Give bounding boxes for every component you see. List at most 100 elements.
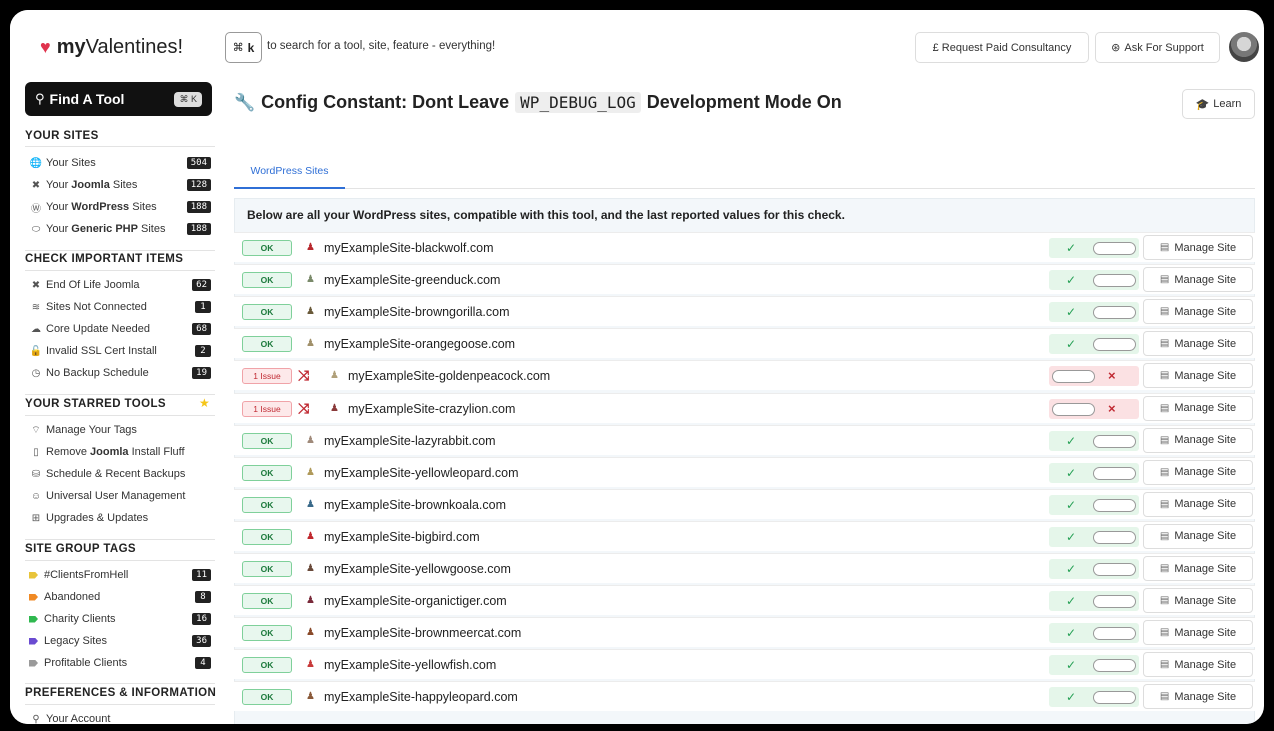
site-name[interactable]: myExampleSite-organictiger.com	[324, 594, 507, 608]
request-consultancy-button[interactable]: £ Request Paid Consultancy	[915, 32, 1089, 63]
toggle-switch[interactable]	[1052, 402, 1095, 416]
find-a-tool-button[interactable]: ⚲ Find A Tool ⌘ K	[25, 82, 212, 116]
check-icon: ✓	[1066, 626, 1077, 641]
status-badge[interactable]: OK	[242, 432, 292, 449]
learn-button[interactable]: 🎓 Learn	[1182, 89, 1255, 119]
site-favicon-icon: ♟	[306, 659, 315, 671]
sidebar-item[interactable]: ⬭ Your Generic PHP Sites 188	[29, 219, 211, 239]
site-name[interactable]: myExampleSite-yellowfish.com	[324, 658, 496, 672]
sidebar-item-label: Your Sites	[46, 157, 96, 169]
sidebar-item[interactable]: Abandoned 8	[29, 587, 211, 607]
site-name[interactable]: myExampleSite-greenduck.com	[324, 273, 500, 287]
sidebar-item[interactable]: ☁ Core Update Needed 68	[29, 319, 211, 339]
status-badge[interactable]: OK	[242, 464, 292, 481]
status-badge[interactable]: OK	[242, 304, 292, 321]
sidebar-item-label: Universal User Management	[46, 490, 185, 502]
site-name[interactable]: myExampleSite-yellowgoose.com	[324, 562, 511, 576]
manage-site-button[interactable]: ▤ Manage Site	[1143, 523, 1253, 549]
manage-site-button[interactable]: ▤ Manage Site	[1143, 395, 1253, 421]
ask-for-support-label: Ask For Support	[1124, 41, 1204, 54]
site-name[interactable]: myExampleSite-orangegoose.com	[324, 337, 515, 351]
manage-site-button[interactable]: ▤ Manage Site	[1143, 363, 1253, 389]
toggle-switch[interactable]	[1093, 338, 1136, 352]
site-name[interactable]: myExampleSite-brownmeercat.com	[324, 626, 521, 640]
toggle-switch[interactable]	[1093, 691, 1136, 705]
status-badge[interactable]: OK	[242, 657, 292, 674]
site-name[interactable]: myExampleSite-browngorilla.com	[324, 305, 509, 319]
sidebar-item[interactable]: ☺ Universal User Management	[29, 486, 211, 506]
status-badge[interactable]: OK	[242, 336, 292, 353]
search-hint[interactable]: to search for a tool, site, feature - ev…	[267, 40, 495, 52]
status-badge[interactable]: OK	[242, 272, 292, 289]
sidebar-item[interactable]: ⊞ Upgrades & Updates	[29, 508, 211, 528]
status-badge[interactable]: OK	[242, 496, 292, 513]
toggle-switch[interactable]	[1093, 659, 1136, 673]
toggle-switch[interactable]	[1093, 242, 1136, 255]
sidebar-item[interactable]: 🌐 Your Sites 504	[29, 153, 211, 173]
toggle-switch[interactable]	[1093, 530, 1136, 544]
sidebar-item[interactable]: ⌔ Manage Your Tags	[29, 420, 211, 440]
sidebar-item[interactable]: ◷ No Backup Schedule 19	[29, 363, 211, 383]
status-badge[interactable]: OK	[242, 689, 292, 706]
manage-site-button[interactable]: ▤ Manage Site	[1143, 588, 1253, 614]
status-badge[interactable]: OK	[242, 625, 292, 642]
status-badge[interactable]: OK	[242, 593, 292, 610]
manage-site-button[interactable]: ▤ Manage Site	[1143, 427, 1253, 453]
tag-icon	[29, 615, 38, 623]
sidebar-item[interactable]: ✖ Your Joomla Sites 128	[29, 175, 211, 195]
sidebar-item[interactable]: ▯ Remove Joomla Install Fluff	[29, 442, 211, 462]
sidebar-item[interactable]: 🔓 Invalid SSL Cert Install 2	[29, 341, 211, 361]
manage-site-button[interactable]: ▤ Manage Site	[1143, 620, 1253, 646]
site-name[interactable]: myExampleSite-crazylion.com	[348, 402, 515, 416]
sidebar-item[interactable]: ⛁ Schedule & Recent Backups	[29, 464, 211, 484]
sidebar-item[interactable]: #ClientsFromHell 11	[29, 565, 211, 585]
toggle-switch[interactable]	[1093, 466, 1136, 480]
toggle-switch[interactable]	[1093, 274, 1136, 288]
tab-wordpress-sites[interactable]: WordPress Sites	[234, 154, 345, 189]
manage-site-button[interactable]: ▤ Manage Site	[1143, 331, 1253, 357]
count-badge: 504	[186, 157, 211, 169]
toggle-switch[interactable]	[1093, 595, 1136, 609]
status-badge[interactable]: OK	[242, 528, 292, 545]
site-name[interactable]: myExampleSite-bigbird.com	[324, 530, 480, 544]
site-name[interactable]: myExampleSite-happyleopard.com	[324, 690, 518, 704]
table-row: OK ♟ myExampleSite-yellowgoose.com ✓ ▤ Manage…	[234, 553, 1255, 583]
toggle-switch[interactable]	[1093, 627, 1136, 641]
manage-site-button[interactable]: ▤ Manage Site	[1143, 556, 1253, 581]
manage-site-button[interactable]: ▤ Manage Site	[1143, 652, 1253, 678]
status-badge[interactable]: 1 Issue	[242, 368, 292, 385]
avatar[interactable]	[1229, 32, 1259, 62]
search-shortcut-key[interactable]: ⌘ k	[225, 32, 262, 63]
site-name[interactable]: myExampleSite-lazyrabbit.com	[324, 434, 496, 448]
site-name[interactable]: myExampleSite-brownkoala.com	[324, 498, 506, 512]
ask-for-support-button[interactable]: ⊛ Ask For Support	[1095, 32, 1220, 63]
divider	[25, 270, 215, 271]
sidebar-item[interactable]: Profitable Clients 4	[29, 653, 211, 673]
status-badge[interactable]: OK	[242, 561, 292, 577]
sidebar-item[interactable]: ≋ Sites Not Connected 1	[29, 297, 211, 317]
sidebar-item[interactable]: Legacy Sites 36	[29, 631, 211, 651]
toggle-switch[interactable]	[1093, 306, 1136, 320]
manage-site-button[interactable]: ▤ Manage Site	[1143, 491, 1253, 517]
site-name[interactable]: myExampleSite-blackwolf.com	[324, 241, 494, 255]
status-badge[interactable]: 1 Issue	[242, 400, 292, 417]
toggle-switch[interactable]	[1093, 563, 1136, 576]
sidebar-item[interactable]: Ⓦ Your WordPress Sites 188	[29, 197, 211, 217]
toggle-switch[interactable]	[1093, 498, 1136, 512]
sidebar-item[interactable]: ✖ End Of Life Joomla 62	[29, 275, 211, 295]
manage-site-button[interactable]: ▤ Manage Site	[1143, 684, 1253, 710]
site-name[interactable]: myExampleSite-goldenpeacock.com	[348, 369, 550, 383]
divider	[25, 250, 215, 251]
toggle-switch[interactable]	[1093, 434, 1136, 448]
site-name[interactable]: myExampleSite-yellowleopard.com	[324, 466, 519, 480]
manage-site-button[interactable]: ▤ Manage Site	[1143, 235, 1253, 260]
brand-logo[interactable]: ♥ myValentines!	[40, 36, 183, 59]
toggle-switch[interactable]	[1052, 370, 1095, 384]
command-key-icon: ⌘	[232, 42, 244, 54]
manage-site-button[interactable]: ▤ Manage Site	[1143, 267, 1253, 293]
sidebar-item[interactable]: Charity Clients 16	[29, 609, 211, 629]
status-badge[interactable]: OK	[242, 240, 292, 256]
manage-site-button[interactable]: ▤ Manage Site	[1143, 299, 1253, 325]
manage-site-button[interactable]: ▤ Manage Site	[1143, 459, 1253, 485]
sidebar-item[interactable]: ⚲ Your Account	[29, 709, 211, 724]
